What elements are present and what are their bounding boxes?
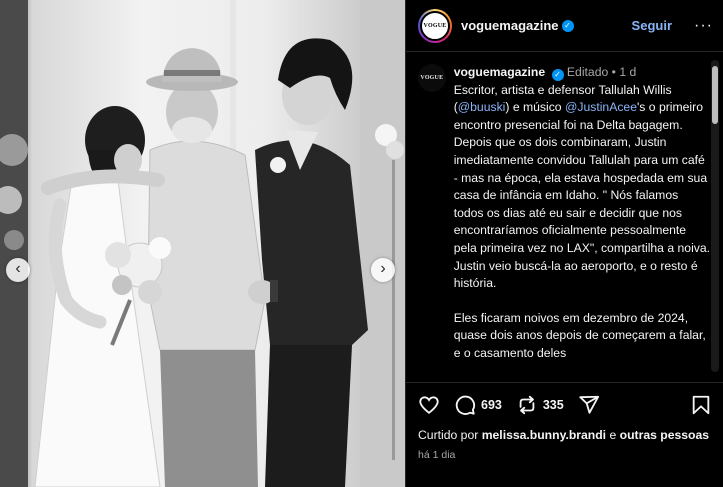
caption: VOGUE voguemagazine ✓ Editado • 1 d Escr… bbox=[418, 64, 711, 363]
verified-badge-icon: ✓ bbox=[561, 19, 574, 32]
caption-text-part: 's o primeiro encontro presencial foi na… bbox=[453, 100, 711, 291]
liked-by-others[interactable]: outras pessoas bbox=[620, 428, 709, 442]
carousel-next-button[interactable]: › bbox=[371, 258, 395, 282]
post-actions: 693 335 Curtido por melissa.bunny.brandi… bbox=[406, 382, 723, 461]
wedding-photo-illustration bbox=[0, 0, 405, 487]
action-bar: 693 335 bbox=[418, 391, 712, 419]
comment-button[interactable]: 693 bbox=[454, 394, 502, 416]
header-username[interactable]: voguemagazine bbox=[461, 18, 559, 33]
caption-body: voguemagazine ✓ Editado • 1 d Escritor, … bbox=[454, 64, 711, 363]
save-button[interactable] bbox=[690, 394, 712, 416]
meta-separator: • bbox=[611, 65, 616, 79]
send-icon bbox=[579, 395, 599, 414]
edited-label: Editado bbox=[566, 65, 609, 79]
instagram-post-view: ‹ › VOGUE voguemagazine ✓ Seguir ··· VOG… bbox=[0, 0, 723, 487]
caption-avatar[interactable]: VOGUE bbox=[418, 64, 446, 92]
caption-username[interactable]: voguemagazine bbox=[454, 65, 545, 79]
post-side-panel: VOGUE voguemagazine ✓ Seguir ··· VOGUE v… bbox=[405, 0, 723, 487]
liked-by-user[interactable]: melissa.bunny.brandi bbox=[482, 428, 606, 442]
caption-age: 1 d bbox=[619, 65, 637, 79]
follow-button[interactable]: Seguir bbox=[632, 18, 672, 33]
mention-link[interactable]: @buuski bbox=[458, 100, 506, 114]
story-ring[interactable]: VOGUE bbox=[418, 8, 452, 43]
caption-scroll-area[interactable]: VOGUE voguemagazine ✓ Editado • 1 d Escr… bbox=[406, 53, 711, 375]
reposts-count: 335 bbox=[542, 398, 564, 412]
repost-icon bbox=[519, 395, 535, 415]
carousel-prev-button[interactable]: ‹ bbox=[6, 258, 30, 282]
post-timestamp[interactable]: há 1 dia bbox=[418, 449, 712, 461]
liked-by-prefix: Curtido por bbox=[418, 428, 479, 442]
caption-paragraph-2: Eles ficaram noivos em dezembro de 2024,… bbox=[453, 310, 706, 360]
caption-verified-badge-icon: ✓ bbox=[551, 69, 564, 81]
post-photo[interactable]: ‹ › bbox=[0, 0, 405, 487]
comment-icon bbox=[455, 395, 476, 415]
like-button[interactable] bbox=[418, 394, 440, 416]
liked-by: Curtido por melissa.bunny.brandi e outra… bbox=[418, 427, 712, 443]
avatar[interactable]: VOGUE bbox=[420, 10, 450, 41]
scrollbar-thumb[interactable] bbox=[712, 66, 718, 124]
caption-scrollbar[interactable] bbox=[711, 60, 719, 372]
more-options-icon[interactable]: ··· bbox=[694, 17, 713, 35]
post-header: VOGUE voguemagazine ✓ Seguir ··· bbox=[406, 0, 723, 52]
bookmark-icon bbox=[692, 395, 710, 415]
caption-text-part: ) e músico bbox=[505, 100, 565, 115]
heart-icon bbox=[419, 396, 439, 414]
liked-by-connector: e bbox=[609, 428, 617, 442]
mention-link[interactable]: @JustinAcee bbox=[565, 100, 637, 114]
share-button[interactable] bbox=[578, 394, 600, 416]
repost-button[interactable]: 335 bbox=[516, 394, 564, 416]
comments-count: 693 bbox=[481, 398, 502, 412]
